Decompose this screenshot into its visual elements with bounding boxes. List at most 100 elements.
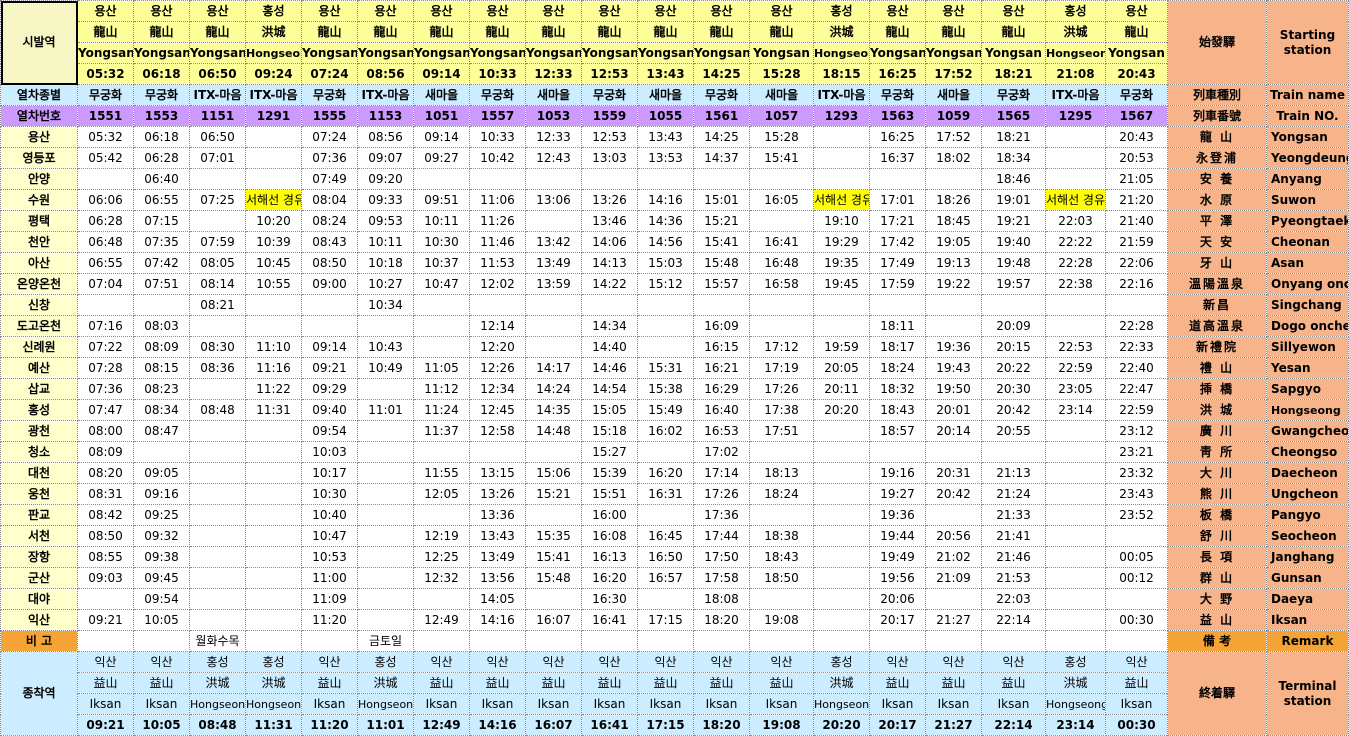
time-cell[interactable]: 08:03 <box>133 315 190 337</box>
time-cell[interactable]: 21:53 <box>981 567 1046 589</box>
time-cell[interactable]: 22:38 <box>1045 273 1106 295</box>
time-cell[interactable]: 19:45 <box>813 273 870 295</box>
time-cell[interactable]: 10:33 <box>469 126 526 148</box>
terminal-cell[interactable]: 홍성 <box>189 651 246 673</box>
time-cell[interactable]: 17:14 <box>693 462 750 484</box>
station-name[interactable]: 평택 <box>0 210 78 232</box>
time-cell[interactable] <box>637 336 694 358</box>
time-cell[interactable]: 20:20 <box>813 399 870 421</box>
start-cell[interactable]: 용산 <box>357 0 414 22</box>
time-cell[interactable] <box>813 294 870 316</box>
time-cell[interactable]: 17:58 <box>693 567 750 589</box>
terminal-cell[interactable]: Hongseong <box>813 693 870 715</box>
time-cell[interactable]: 10:30 <box>413 231 470 253</box>
time-cell[interactable]: 19:22 <box>925 273 982 295</box>
start-cell[interactable]: 15:28 <box>749 63 814 85</box>
time-cell[interactable]: 12:34 <box>469 378 526 400</box>
terminal-cell[interactable]: 익산 <box>981 651 1046 673</box>
terminal-cell[interactable]: 益山 <box>749 672 814 694</box>
time-cell[interactable]: 19:43 <box>925 357 982 379</box>
time-cell[interactable]: 20:30 <box>981 378 1046 400</box>
time-cell[interactable]: 18:20 <box>693 609 750 631</box>
time-cell[interactable]: 21:02 <box>925 546 982 568</box>
time-cell[interactable] <box>637 294 694 316</box>
time-cell[interactable] <box>357 483 414 505</box>
time-cell[interactable]: 22:06 <box>1105 252 1168 274</box>
time-cell[interactable]: 18:08 <box>693 588 750 610</box>
time-cell[interactable]: 05:32 <box>77 126 134 148</box>
start-cell[interactable]: 洪城 <box>245 21 302 43</box>
time-cell[interactable]: 17:38 <box>749 399 814 421</box>
time-cell[interactable]: 16:00 <box>581 504 638 526</box>
time-cell[interactable]: 10:40 <box>301 504 358 526</box>
time-cell[interactable] <box>301 294 358 316</box>
time-cell[interactable] <box>357 378 414 400</box>
time-cell[interactable]: 15:35 <box>525 525 582 547</box>
train-no-cell[interactable]: 1555 <box>301 105 358 127</box>
time-cell[interactable]: 09:53 <box>357 210 414 232</box>
time-cell[interactable]: 17:50 <box>693 546 750 568</box>
time-cell[interactable]: 11:05 <box>413 357 470 379</box>
start-cell[interactable]: 용산 <box>525 0 582 22</box>
time-cell[interactable]: 19:35 <box>813 252 870 274</box>
time-cell[interactable]: 10:42 <box>469 147 526 169</box>
start-label[interactable]: 시발역 <box>0 0 78 85</box>
terminal-cell[interactable]: 20:20 <box>813 714 870 736</box>
time-cell[interactable]: 16:29 <box>693 378 750 400</box>
time-cell[interactable]: 19:36 <box>925 336 982 358</box>
start-cell[interactable]: 용산 <box>413 0 470 22</box>
time-cell[interactable]: 13:43 <box>637 126 694 148</box>
train-type-cell[interactable]: ITX-마음 <box>357 84 414 106</box>
time-cell[interactable] <box>469 441 526 463</box>
time-cell[interactable] <box>357 462 414 484</box>
time-cell[interactable]: 09:54 <box>133 588 190 610</box>
time-cell[interactable]: 07:59 <box>189 231 246 253</box>
time-cell[interactable]: 07:51 <box>133 273 190 295</box>
time-cell[interactable]: 16:07 <box>525 609 582 631</box>
time-cell[interactable]: 00:30 <box>1105 609 1168 631</box>
time-cell[interactable] <box>925 315 982 337</box>
time-cell[interactable] <box>357 567 414 589</box>
remark-cell[interactable] <box>301 630 358 652</box>
train-type-cell[interactable]: ITX-마음 <box>813 84 870 106</box>
time-cell[interactable]: 14:35 <box>525 399 582 421</box>
train-type-cell[interactable]: 무궁화 <box>693 84 750 106</box>
time-cell[interactable]: 17:52 <box>925 126 982 148</box>
time-cell[interactable] <box>869 441 926 463</box>
time-cell[interactable]: 15:57 <box>693 273 750 295</box>
time-cell[interactable]: 12:53 <box>581 126 638 148</box>
time-cell[interactable] <box>189 546 246 568</box>
time-cell[interactable] <box>637 588 694 610</box>
time-cell[interactable] <box>413 588 470 610</box>
station-name[interactable]: 대천 <box>0 462 78 484</box>
time-cell[interactable]: 16:08 <box>581 525 638 547</box>
start-cell[interactable]: 龍山 <box>357 21 414 43</box>
time-cell[interactable]: 21:27 <box>925 609 982 631</box>
time-cell[interactable]: 22:53 <box>1045 336 1106 358</box>
terminal-cell[interactable]: 20:17 <box>869 714 926 736</box>
time-cell[interactable]: 13:46 <box>581 210 638 232</box>
time-cell[interactable]: 17:26 <box>749 378 814 400</box>
time-cell[interactable]: 13:49 <box>525 252 582 274</box>
time-cell[interactable]: 08:04 <box>301 189 358 211</box>
time-cell[interactable]: 15:03 <box>637 252 694 274</box>
train-type-cell[interactable]: 무궁화 <box>981 84 1046 106</box>
time-cell[interactable]: 08:55 <box>77 546 134 568</box>
remark-cell[interactable] <box>637 630 694 652</box>
time-cell[interactable]: 16:41 <box>749 231 814 253</box>
start-cell[interactable]: 09:14 <box>413 63 470 85</box>
time-cell[interactable] <box>133 441 190 463</box>
train-type-cell[interactable]: 새마을 <box>925 84 982 106</box>
start-cell[interactable]: 12:33 <box>525 63 582 85</box>
time-cell[interactable]: 09:38 <box>133 546 190 568</box>
time-cell[interactable]: 17:02 <box>693 441 750 463</box>
time-cell[interactable] <box>245 504 302 526</box>
time-cell[interactable]: 15:12 <box>637 273 694 295</box>
start-cell[interactable]: 龍山 <box>637 21 694 43</box>
time-cell[interactable]: 08:31 <box>77 483 134 505</box>
time-cell[interactable]: 11:26 <box>469 210 526 232</box>
terminal-cell[interactable]: 益山 <box>413 672 470 694</box>
start-cell[interactable]: 龍山 <box>981 21 1046 43</box>
time-cell[interactable]: 06:50 <box>189 126 246 148</box>
train-no-cell[interactable]: 1559 <box>581 105 638 127</box>
